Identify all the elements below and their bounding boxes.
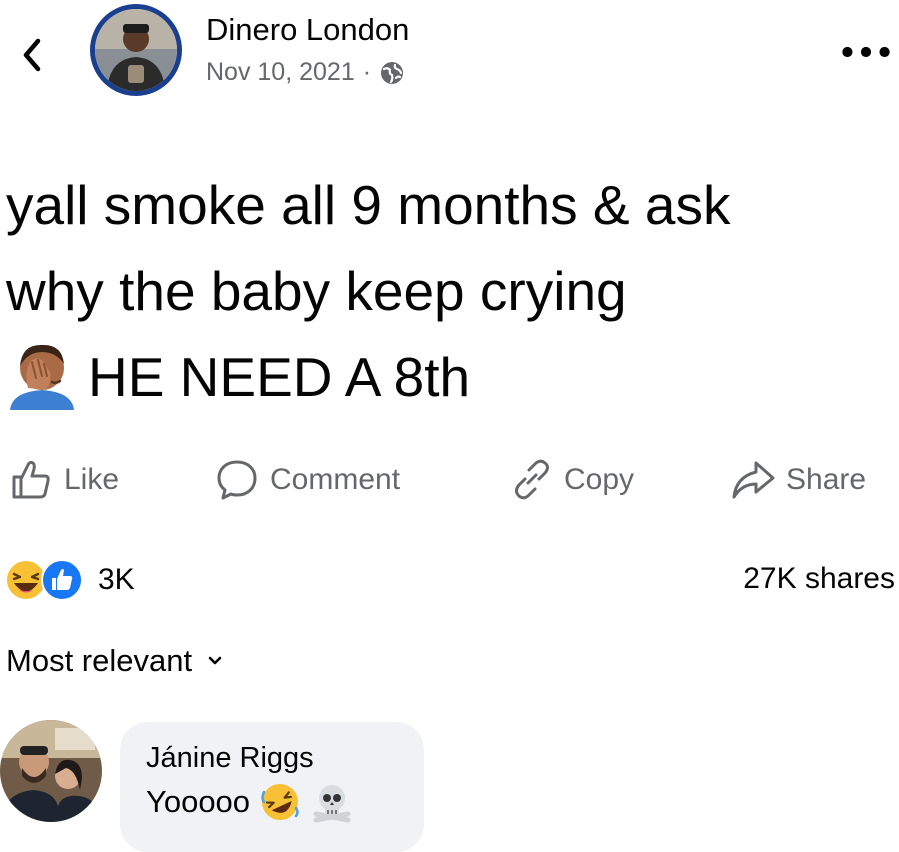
meta-separator: ·: [362, 58, 372, 86]
post-line: HE NEED A 8th: [6, 334, 896, 420]
comment-text: Yooooo: [146, 780, 354, 824]
skull-crossbones-emoji: [313, 785, 351, 823]
reaction-count: 3K: [98, 563, 135, 596]
rofl-emoji: [261, 784, 299, 820]
post-line: yall smoke all 9 months & ask: [6, 174, 731, 236]
author-name[interactable]: Dinero London: [206, 12, 409, 48]
post-text: yall smoke all 9 months & ask why the ba…: [6, 162, 896, 420]
comment-sort-dropdown[interactable]: Most relevant: [6, 643, 224, 679]
comment-label: Comment: [270, 463, 401, 496]
like-reaction-icon: [41, 559, 83, 601]
share-arrow-icon: [732, 461, 775, 499]
comment-author[interactable]: Jánine Riggs: [146, 742, 314, 775]
post-date[interactable]: Nov 10, 2021: [206, 58, 355, 87]
thumbs-up-icon: [12, 460, 50, 499]
facepalm-emoji: [10, 344, 74, 410]
post-line-text: HE NEED A 8th: [88, 346, 471, 408]
copy-label: Copy: [564, 463, 635, 496]
share-button[interactable]: Share: [730, 452, 866, 508]
comment-bubble-icon: [217, 460, 257, 500]
comment-button[interactable]: Comment: [214, 452, 400, 508]
reactions-summary[interactable]: 3K: [4, 556, 135, 604]
more-options-button[interactable]: [838, 32, 894, 72]
post-meta: Nov 10, 2021 ·: [206, 58, 405, 87]
comment-body: Yooooo: [146, 784, 251, 819]
globe-icon: [381, 61, 404, 84]
chevron-left-icon: [23, 38, 41, 72]
chevron-down-icon: [208, 656, 222, 665]
link-icon: [515, 459, 549, 500]
share-count[interactable]: 27K shares: [743, 562, 895, 596]
more-dots-icon: [842, 46, 890, 58]
copy-link-button[interactable]: Copy: [508, 452, 634, 508]
like-button[interactable]: Like: [8, 452, 119, 508]
back-button[interactable]: [14, 30, 50, 80]
sort-label: Most relevant: [6, 643, 193, 678]
like-label: Like: [64, 463, 120, 496]
commenter-avatar[interactable]: [0, 720, 102, 822]
share-label: Share: [786, 463, 867, 496]
post-line: why the baby keep crying: [6, 260, 627, 322]
author-avatar[interactable]: [90, 4, 182, 96]
